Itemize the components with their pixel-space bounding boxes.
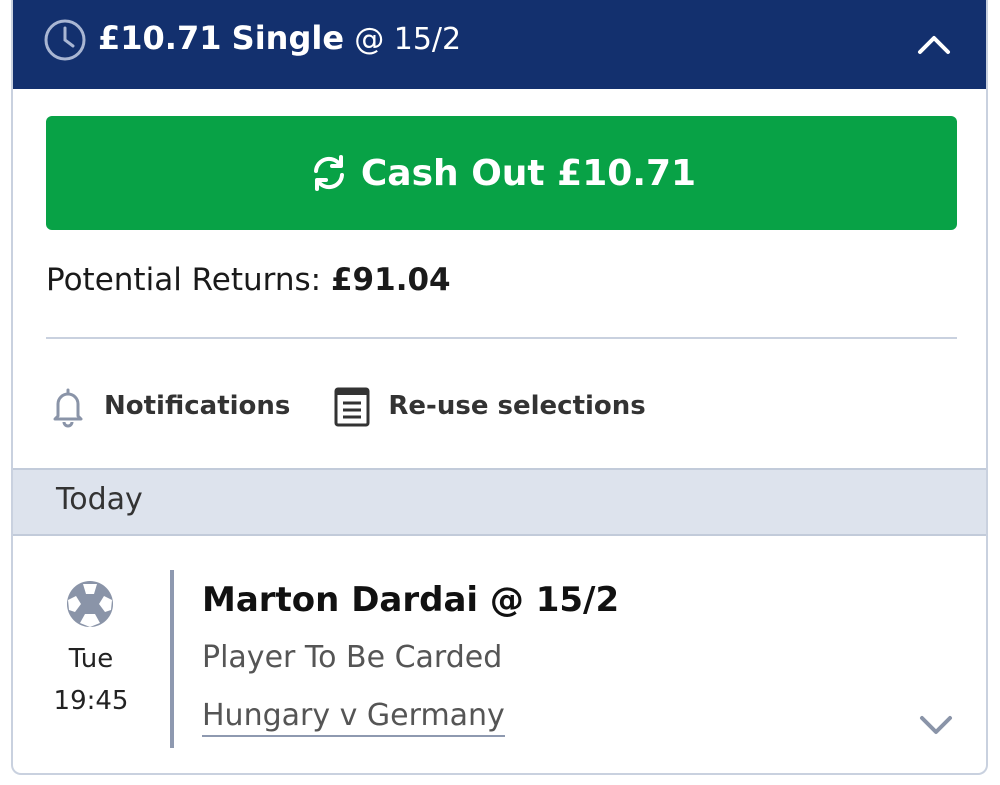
bet-header[interactable]: £10.71 Single @ 15/2 <box>13 0 986 89</box>
market-name: Player To Be Carded <box>202 640 503 675</box>
bet-stake: £10.71 <box>98 19 222 57</box>
event-row: Tue 19:45 Marton Dardai @ 15/2 Player To… <box>13 536 986 773</box>
clock-icon <box>44 19 86 61</box>
match-link[interactable]: Hungary v Germany <box>202 698 505 737</box>
potential-returns: Potential Returns: £91.04 <box>46 262 451 298</box>
event-time: 19:45 <box>53 686 129 716</box>
section-header: Today <box>13 468 986 536</box>
potential-returns-label: Potential Returns: <box>46 262 322 298</box>
football-icon <box>67 581 113 627</box>
section-label: Today <box>56 482 143 517</box>
cash-out-button[interactable]: Cash Out £10.71 <box>46 116 957 230</box>
cash-out-label: Cash Out £10.71 <box>360 152 697 194</box>
bet-title: £10.71 Single @ 15/2 <box>98 16 461 62</box>
selection-title: Marton Dardai @ 15/2 <box>202 580 620 620</box>
bet-card: £10.71 Single @ 15/2 Cash Out £10.71 Pot… <box>11 0 988 775</box>
bet-actions: Notifications Re-use selections <box>46 378 686 434</box>
event-divider <box>170 570 174 748</box>
potential-returns-value: £91.04 <box>330 262 451 298</box>
refresh-icon <box>313 155 344 191</box>
document-icon <box>334 387 370 427</box>
chevron-down-icon[interactable] <box>916 704 956 744</box>
notifications-button[interactable]: Notifications <box>46 384 290 428</box>
bet-type: Single <box>231 19 345 57</box>
notifications-label: Notifications <box>104 391 291 421</box>
divider <box>46 337 957 339</box>
reuse-selections-label: Re-use selections <box>388 391 646 421</box>
bell-icon <box>53 388 83 428</box>
event-day: Tue <box>68 644 114 674</box>
bet-odds: @ 15/2 <box>354 22 462 57</box>
chevron-up-icon[interactable] <box>912 22 956 66</box>
reuse-selections-button[interactable]: Re-use selections <box>330 384 646 428</box>
